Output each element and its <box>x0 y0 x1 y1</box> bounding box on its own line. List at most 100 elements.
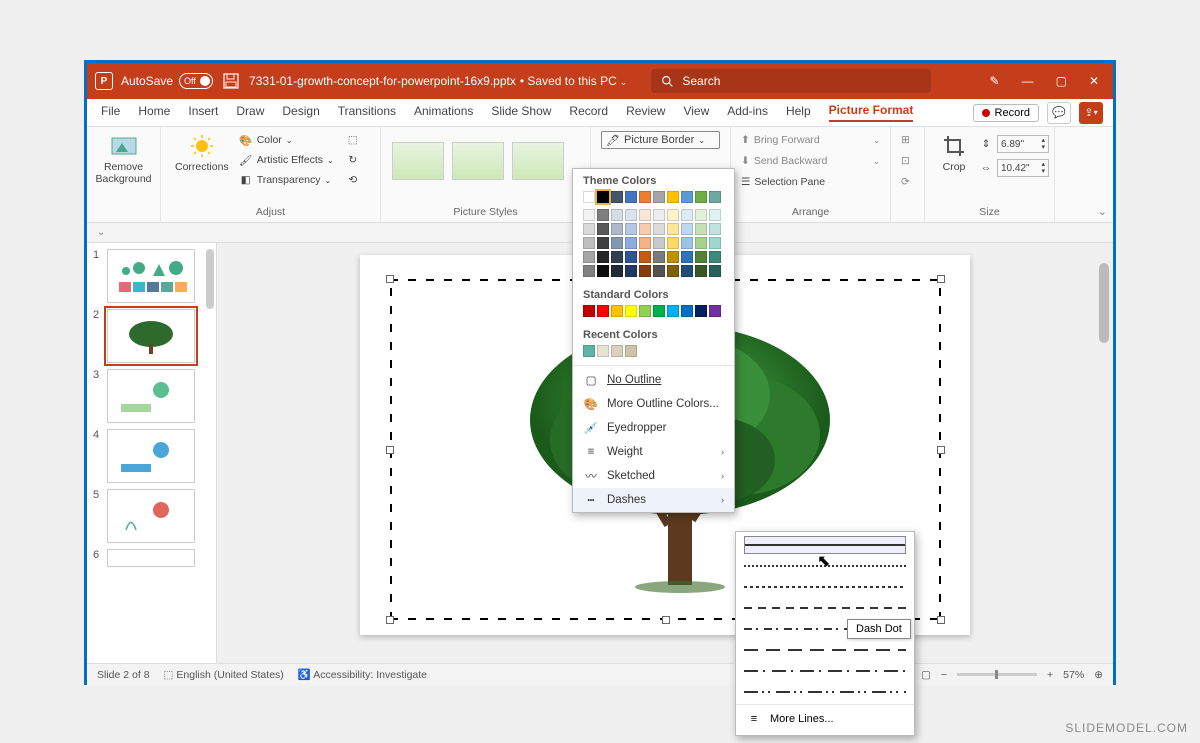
comments-button[interactable]: 💬 <box>1047 102 1071 124</box>
color-swatch[interactable] <box>583 265 595 277</box>
picture-border-button[interactable]: 🖊Picture Border ⌄ <box>601 131 720 149</box>
send-backward-button[interactable]: ⬇Send Backward⌄ <box>741 152 880 170</box>
color-swatch[interactable] <box>653 265 665 277</box>
zoom-slider[interactable] <box>957 673 1037 676</box>
color-swatch[interactable] <box>625 209 637 221</box>
color-swatch[interactable] <box>597 209 609 221</box>
no-outline-item[interactable]: ▢No Outline <box>573 368 734 392</box>
color-swatch[interactable] <box>611 305 623 317</box>
zoom-out[interactable]: − <box>941 669 947 681</box>
tab-picture-format[interactable]: Picture Format <box>829 103 914 122</box>
color-swatch[interactable] <box>653 209 665 221</box>
color-swatch[interactable] <box>639 251 651 263</box>
sketched-item[interactable]: 〰Sketched› <box>573 464 734 488</box>
color-swatch[interactable] <box>597 237 609 249</box>
color-swatch[interactable] <box>611 191 623 203</box>
dash-long-dash[interactable] <box>744 641 906 659</box>
dash-square-dot[interactable] <box>744 578 906 596</box>
color-swatch[interactable] <box>639 209 651 221</box>
color-swatch[interactable] <box>709 265 721 277</box>
picture-style-3[interactable] <box>512 142 564 180</box>
color-swatch[interactable] <box>653 223 665 235</box>
corrections-button[interactable]: Corrections <box>171 131 233 176</box>
slide-indicator[interactable]: Slide 2 of 8 <box>97 669 150 681</box>
color-swatch[interactable] <box>611 251 623 263</box>
thumb-6[interactable] <box>107 549 195 567</box>
selection-pane-button[interactable]: ☰Selection Pane <box>741 173 880 191</box>
dash-round-dot[interactable] <box>744 557 906 575</box>
language-indicator[interactable]: ⬚ English (United States) <box>164 669 284 681</box>
color-swatch[interactable] <box>667 237 679 249</box>
color-swatch[interactable] <box>583 251 595 263</box>
rotate-button[interactable]: ⟳ <box>901 173 914 191</box>
color-swatch[interactable] <box>681 223 693 235</box>
tab-transitions[interactable]: Transitions <box>338 104 396 121</box>
color-swatch[interactable] <box>611 237 623 249</box>
color-swatch[interactable] <box>597 265 609 277</box>
height-input[interactable]: ⇕6.89"▴▾ <box>979 135 1049 153</box>
tab-design[interactable]: Design <box>282 104 319 121</box>
color-swatch[interactable] <box>667 305 679 317</box>
tab-home[interactable]: Home <box>138 104 170 121</box>
color-swatch[interactable] <box>583 223 595 235</box>
color-swatch[interactable] <box>681 265 693 277</box>
color-swatch[interactable] <box>667 251 679 263</box>
color-swatch[interactable] <box>583 209 595 221</box>
bring-forward-button[interactable]: ⬆Bring Forward⌄ <box>741 131 880 149</box>
color-swatch[interactable] <box>695 305 707 317</box>
color-swatch[interactable] <box>639 265 651 277</box>
tab-insert[interactable]: Insert <box>188 104 218 121</box>
crop-button[interactable]: Crop <box>935 131 973 176</box>
color-swatch[interactable] <box>695 223 707 235</box>
tab-record[interactable]: Record <box>569 104 608 121</box>
color-swatch[interactable] <box>625 223 637 235</box>
color-swatch[interactable] <box>625 237 637 249</box>
save-icon[interactable] <box>223 73 239 89</box>
tab-help[interactable]: Help <box>786 104 811 121</box>
autosave-toggle[interactable]: AutoSave Off <box>121 73 213 89</box>
color-swatch[interactable] <box>667 191 679 203</box>
color-swatch[interactable] <box>597 305 609 317</box>
thumb-1[interactable] <box>107 249 195 303</box>
thumb-3[interactable] <box>107 369 195 423</box>
color-swatch[interactable] <box>681 191 693 203</box>
tab-view[interactable]: View <box>683 104 709 121</box>
tab-animations[interactable]: Animations <box>414 104 473 121</box>
color-swatch[interactable] <box>653 305 665 317</box>
color-swatch[interactable] <box>639 305 651 317</box>
color-swatch[interactable] <box>709 251 721 263</box>
close-button[interactable]: ✕ <box>1089 74 1099 88</box>
color-swatch[interactable] <box>597 251 609 263</box>
zoom-level[interactable]: 57% <box>1063 669 1084 681</box>
artistic-effects-button[interactable]: 🖌Artistic Effects ⌄ <box>239 151 334 169</box>
record-button[interactable]: Record <box>973 104 1039 122</box>
color-swatch[interactable] <box>597 191 609 203</box>
color-swatch[interactable] <box>625 265 637 277</box>
tab-add-ins[interactable]: Add-ins <box>727 104 768 121</box>
color-swatch[interactable] <box>695 191 707 203</box>
color-swatch[interactable] <box>695 209 707 221</box>
remove-background-button[interactable]: Remove Background <box>97 131 150 187</box>
picture-style-2[interactable] <box>452 142 504 180</box>
color-swatch[interactable] <box>709 237 721 249</box>
thumb-scrollbar[interactable] <box>206 249 214 309</box>
tab-review[interactable]: Review <box>626 104 665 121</box>
search-box[interactable]: Search <box>651 69 931 93</box>
color-swatch[interactable] <box>695 251 707 263</box>
color-swatch[interactable] <box>625 191 637 203</box>
color-swatch[interactable] <box>639 191 651 203</box>
align-button[interactable]: ⊞ <box>901 131 914 149</box>
width-input[interactable]: ⇔10.42"▴▾ <box>979 159 1049 177</box>
color-swatch[interactable] <box>667 223 679 235</box>
color-swatch[interactable] <box>667 209 679 221</box>
weight-item[interactable]: ≡Weight› <box>573 440 734 464</box>
thumb-4[interactable] <box>107 429 195 483</box>
zoom-in[interactable]: + <box>1047 669 1053 681</box>
share-button[interactable]: ⇪ ▾ <box>1079 102 1103 124</box>
maximize-button[interactable]: ▢ <box>1056 74 1067 88</box>
tab-file[interactable]: File <box>101 104 120 121</box>
color-swatch[interactable] <box>709 191 721 203</box>
color-swatch[interactable] <box>583 237 595 249</box>
color-swatch[interactable] <box>653 191 665 203</box>
compress-button[interactable]: ⬚ <box>346 131 360 149</box>
